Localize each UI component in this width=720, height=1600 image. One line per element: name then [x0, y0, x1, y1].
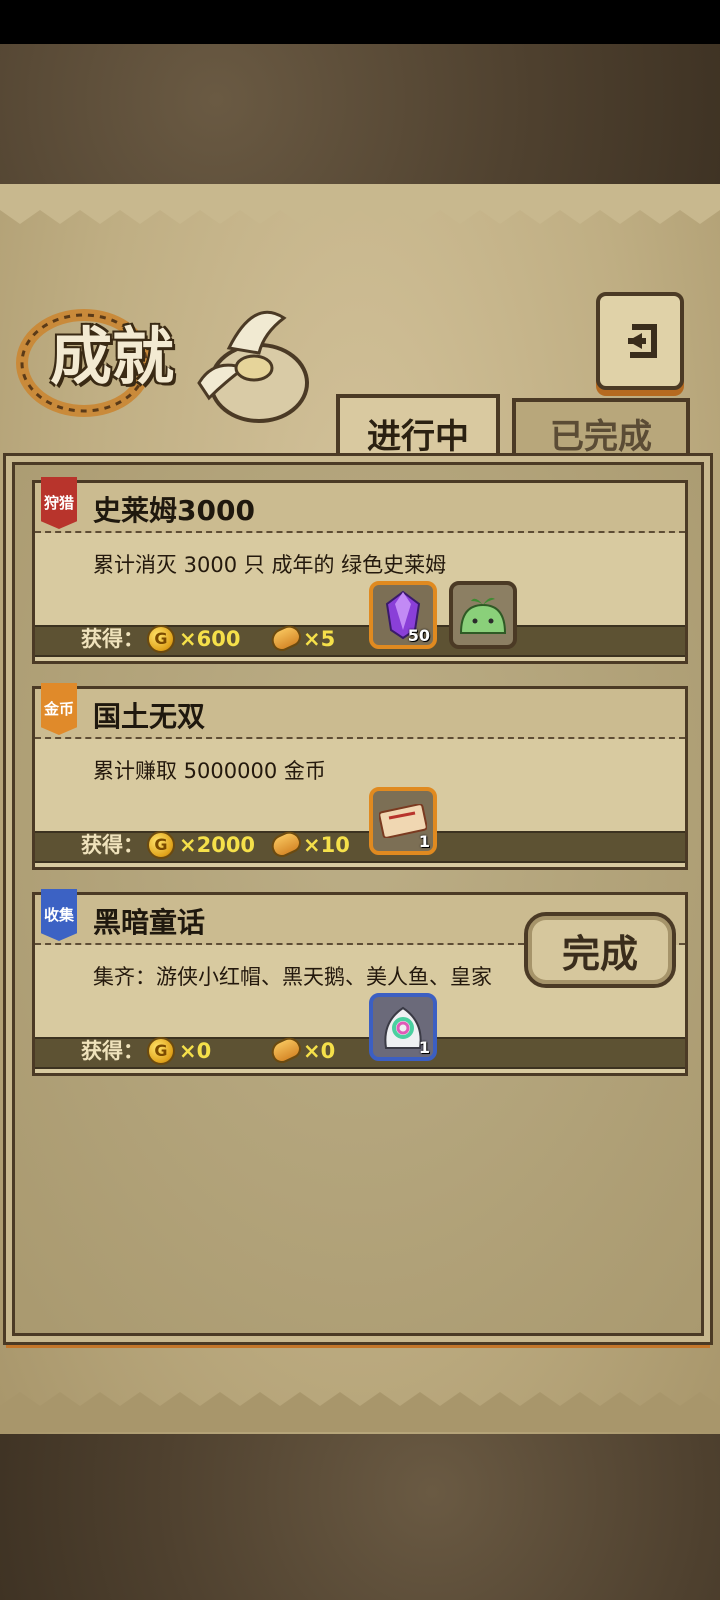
return-arrow-icon	[628, 324, 657, 358]
reward-item-slot[interactable]: 1	[369, 787, 437, 855]
bread-reward-value: ×5	[303, 627, 336, 651]
zigzag-border-bottom	[0, 1392, 720, 1432]
achievement-description: 累计消灭 3000 只 成年的 绿色史莱姆	[93, 553, 447, 577]
reward-item-slot[interactable]	[449, 581, 517, 649]
gold-coin-icon: G	[147, 831, 175, 859]
item-count: 50	[407, 626, 430, 645]
achievement-title: 黑暗童话	[93, 906, 206, 939]
achievement-description: 累计赚取 5000000 金币	[93, 759, 326, 783]
gold-coin-icon: G	[147, 1037, 175, 1065]
item-count: 1	[418, 832, 430, 851]
bread-reward-value: ×10	[303, 833, 350, 857]
map-background-top	[0, 44, 720, 184]
achievement-card: 金币 国土无双 累计赚取 5000000 金币 获得： G ×2000 ×10 …	[32, 683, 688, 870]
zigzag-border-top	[0, 184, 720, 224]
achievement-title: 国土无双	[93, 700, 206, 733]
category-ribbon: 金币	[41, 683, 77, 735]
item-count: 1	[418, 1038, 430, 1057]
gold-reward-value: ×2000	[179, 833, 256, 857]
tab-completed[interactable]: 已完成	[512, 398, 690, 464]
reward-item-slot[interactable]: 1	[369, 993, 437, 1061]
map-background-bottom	[0, 1420, 720, 1600]
achievement-description: 集齐：游侠小红帽、黑天鹅、美人鱼、皇家	[93, 965, 492, 989]
status-bar	[0, 0, 720, 44]
complete-button[interactable]: 完成	[524, 912, 676, 988]
back-button[interactable]	[596, 292, 684, 390]
achievement-title: 史莱姆3000	[93, 494, 255, 527]
category-ribbon: 狩猎	[41, 477, 77, 529]
reward-label: 获得：	[81, 833, 144, 857]
gold-reward-value: ×0	[179, 1039, 212, 1063]
reward-label: 获得：	[81, 627, 144, 651]
green-slime-icon	[459, 597, 507, 634]
achievement-card: 狩猎 史莱姆3000 累计消灭 3000 只 成年的 绿色史莱姆 获得： G ×…	[32, 477, 688, 664]
reward-label: 获得：	[81, 1039, 144, 1063]
bread-reward-value: ×0	[303, 1039, 336, 1063]
achievement-title-badge: 成就	[14, 288, 314, 428]
gold-coin-icon: G	[147, 625, 175, 653]
page-title: 成就	[50, 320, 175, 393]
category-ribbon: 收集	[41, 889, 77, 941]
reward-item-slot[interactable]: 50	[369, 581, 437, 649]
gold-reward-value: ×600	[179, 627, 241, 651]
